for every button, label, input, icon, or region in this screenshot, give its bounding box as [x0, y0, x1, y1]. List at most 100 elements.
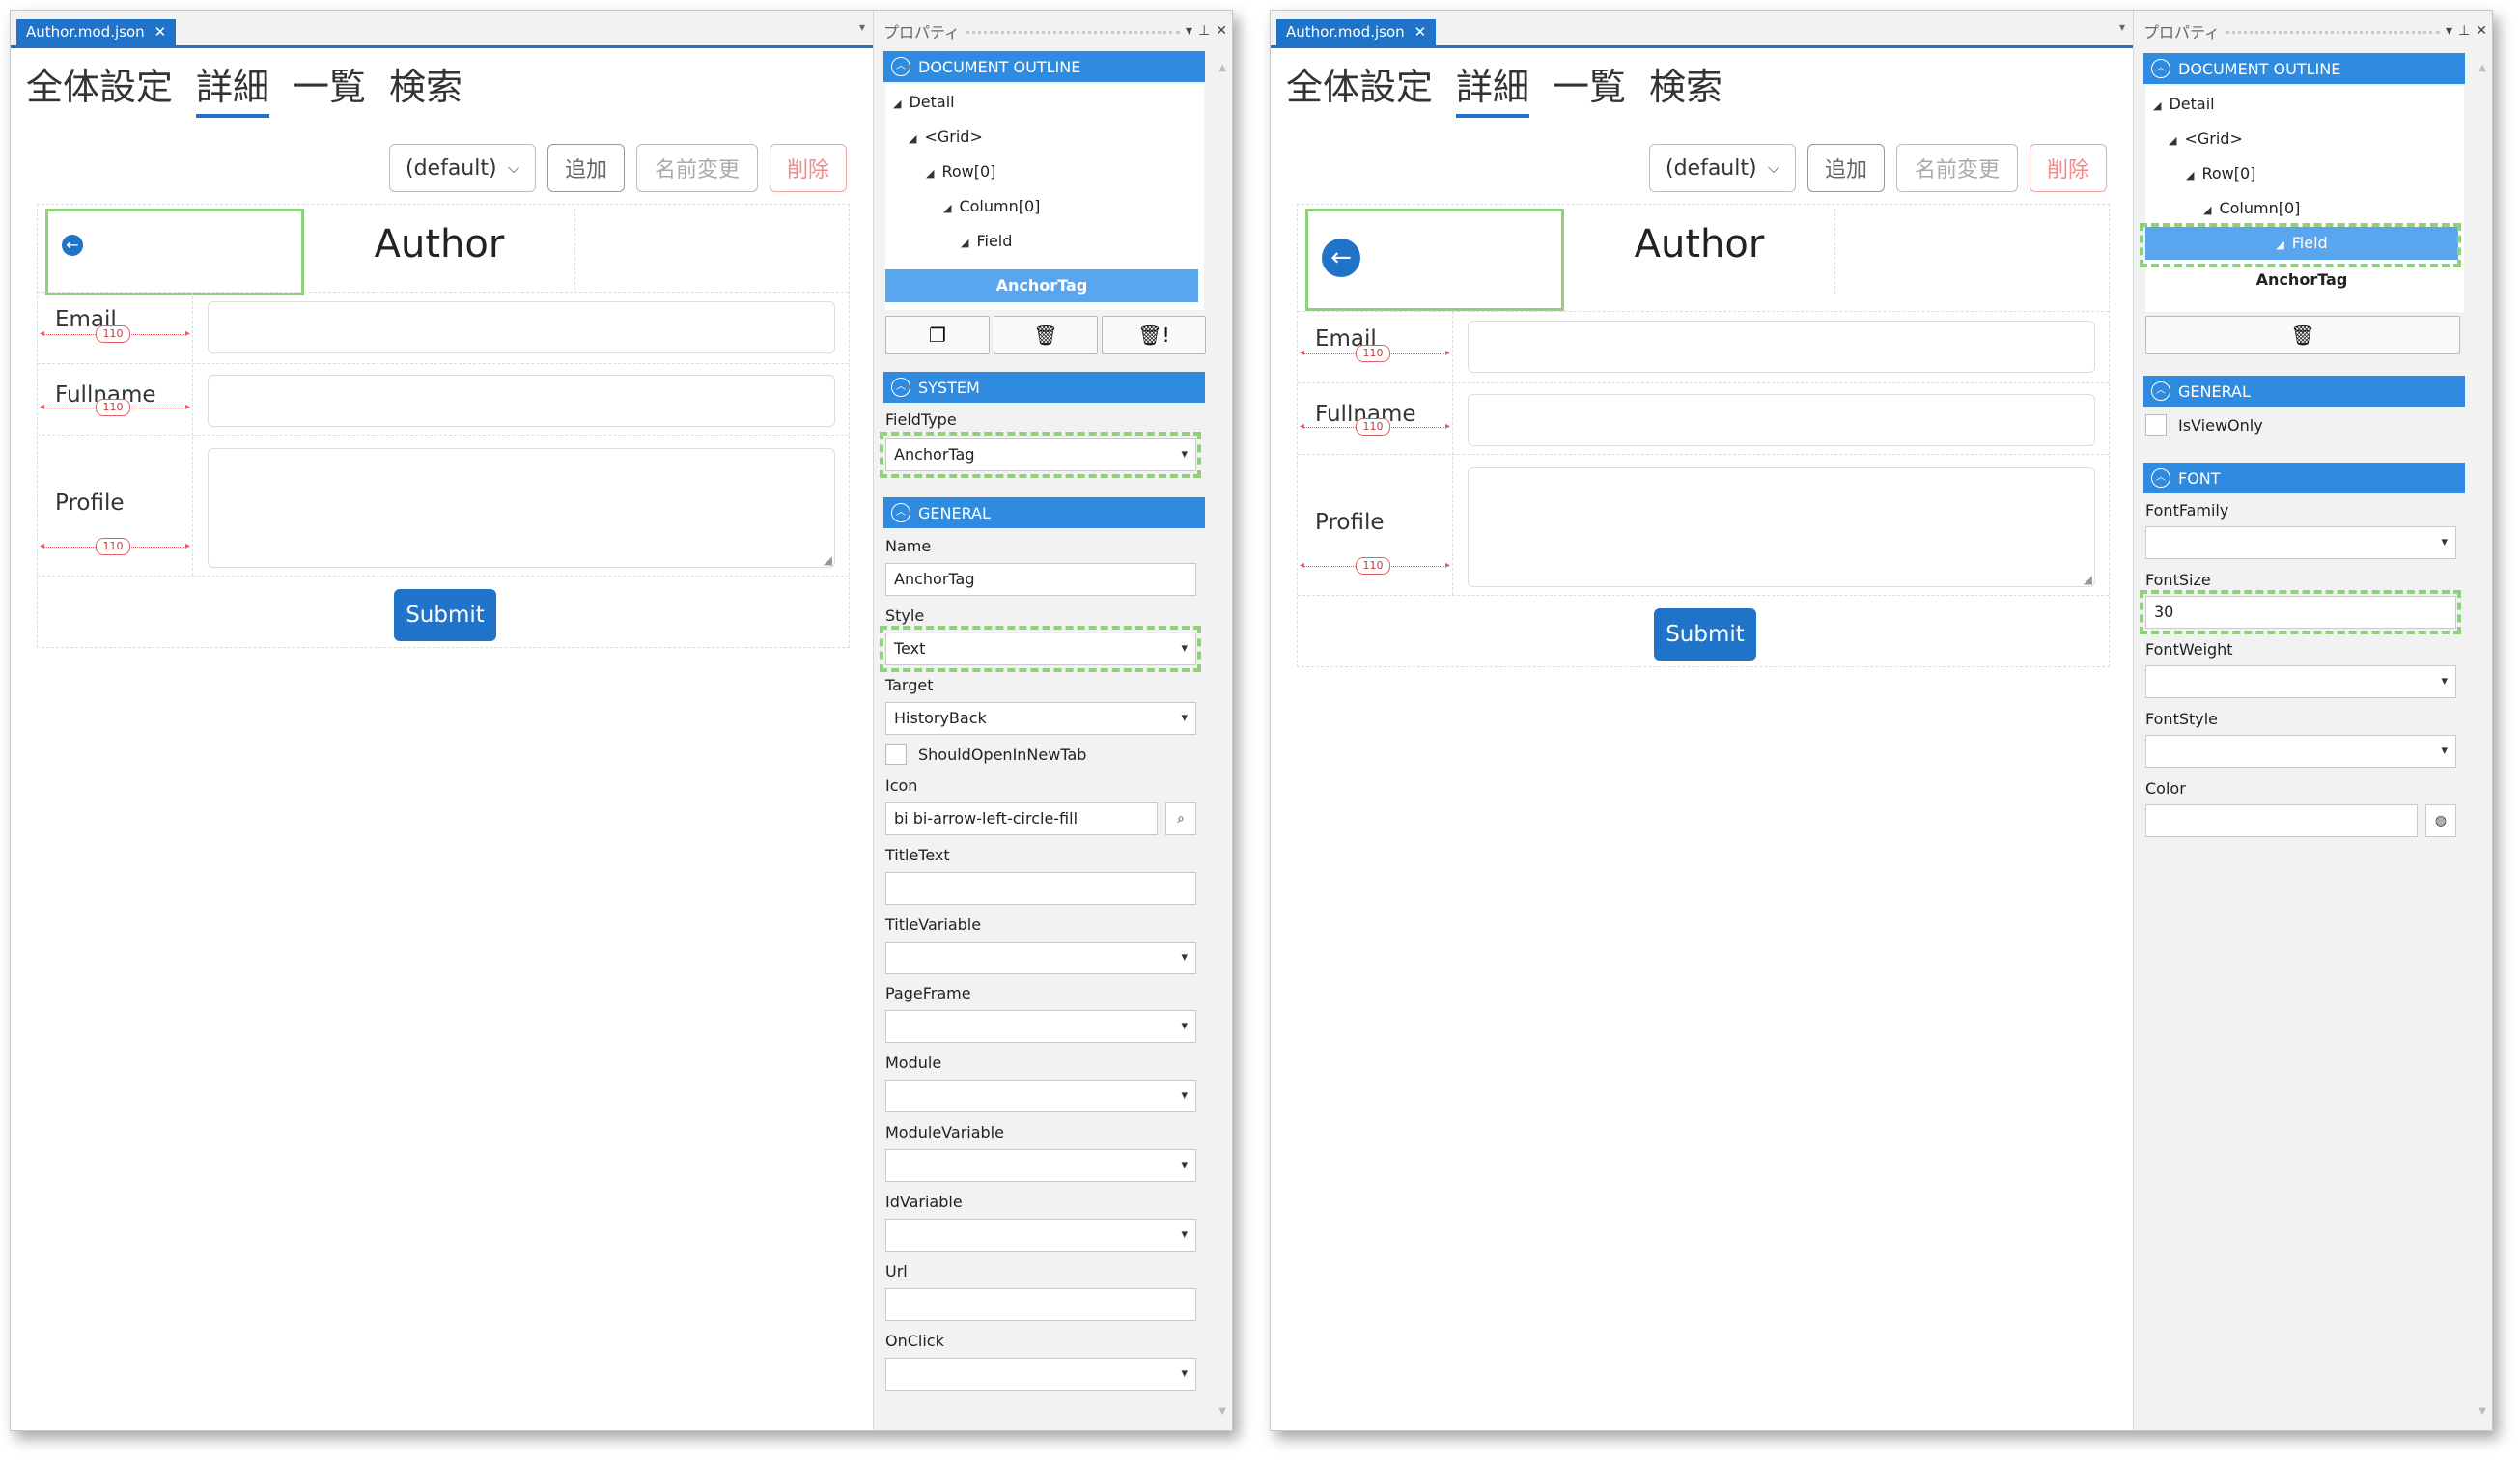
tree-node[interactable]: ◢ Row[0]	[2186, 157, 2255, 190]
tree-node[interactable]: ◢ Column[0]	[943, 190, 1040, 223]
close-icon[interactable]: ✕	[1414, 19, 1427, 45]
arrow-left-circle-icon[interactable]: ←	[1322, 239, 1360, 277]
collapse-icon[interactable]: ︿	[891, 378, 910, 397]
tree-node[interactable]: ◢ Detail	[893, 86, 955, 119]
delete-button[interactable]: 削除	[2030, 144, 2107, 192]
layout-select[interactable]: (default) ⌵	[389, 144, 536, 192]
tree-node[interactable]: AnchorTag	[2145, 264, 2458, 296]
editor-tabbar: Author.mod.json ✕ ▾	[1271, 11, 2133, 48]
submit-button[interactable]: Submit	[394, 589, 496, 641]
target-label: Target	[885, 676, 934, 694]
tab-general-settings[interactable]: 全体設定	[26, 57, 173, 118]
tab-list[interactable]: 一覧	[1553, 57, 1626, 118]
tree-node[interactable]: ◢ <Grid>	[909, 121, 983, 154]
color-field[interactable]	[2145, 804, 2418, 837]
tree-node[interactable]: ◢ <Grid>	[2169, 123, 2243, 155]
tab-search[interactable]: 検索	[1649, 57, 1722, 118]
isviewonly-checkbox[interactable]	[2145, 414, 2167, 436]
font-header[interactable]: ︿ FONT	[2143, 463, 2465, 493]
collapse-icon[interactable]: ︿	[2151, 59, 2170, 78]
palette-icon[interactable]: ◍	[2425, 804, 2456, 837]
submit-button[interactable]: Submit	[1654, 608, 1756, 661]
anchor-tag-cell[interactable]: ←	[45, 209, 304, 295]
chevron-down-icon[interactable]: ▾	[2119, 20, 2125, 34]
tab-general-settings[interactable]: 全体設定	[1286, 57, 1433, 118]
close-icon[interactable]: ✕	[1216, 23, 1227, 39]
url-field[interactable]	[885, 1288, 1196, 1321]
system-header[interactable]: ︿ SYSTEM	[883, 372, 1205, 403]
email-field[interactable]	[208, 301, 835, 353]
scroll-down-icon[interactable]: ▼	[2478, 1406, 2486, 1417]
module-select[interactable]	[885, 1080, 1196, 1112]
delete-all-button[interactable]: 🗑!	[1102, 316, 1206, 354]
resize-grip-icon[interactable]: ◢	[824, 553, 832, 567]
rename-button[interactable]: 名前変更	[1896, 144, 2018, 192]
arrow-left-circle-icon[interactable]: ←	[62, 235, 83, 256]
scroll-up-icon[interactable]: ▲	[1218, 63, 1226, 73]
delete-button[interactable]: 削除	[770, 144, 847, 192]
close-icon[interactable]: ✕	[154, 19, 167, 45]
search-icon[interactable]: ⌕	[1165, 802, 1196, 835]
newtab-checkbox[interactable]	[885, 744, 907, 765]
fullname-field[interactable]	[1468, 394, 2095, 446]
profile-textarea[interactable]: ◢	[1468, 467, 2095, 587]
collapse-icon[interactable]: ︿	[891, 57, 910, 76]
chevron-down-icon[interactable]: ▾	[1186, 23, 1192, 39]
document-outline-header[interactable]: ︿ DOCUMENT OUTLINE	[2143, 53, 2465, 84]
idvariable-select[interactable]	[885, 1219, 1196, 1252]
name-field[interactable]: AnchorTag	[885, 563, 1196, 596]
copy-button[interactable]: ❐	[885, 316, 990, 354]
document-outline-header[interactable]: ︿ DOCUMENT OUTLINE	[883, 51, 1205, 82]
tab-detail[interactable]: 詳細	[1456, 57, 1530, 118]
collapse-icon[interactable]: ︿	[891, 503, 910, 522]
chevron-down-icon[interactable]: ▾	[2446, 23, 2452, 39]
resize-grip-icon[interactable]: ◢	[2084, 573, 2092, 586]
file-tab[interactable]: Author.mod.json ✕	[16, 19, 177, 45]
chevron-down-icon[interactable]: ▾	[859, 20, 865, 34]
title-cell[interactable]: Author	[304, 209, 575, 290]
title-cell[interactable]: Author	[1564, 209, 1835, 294]
isviewonly-option[interactable]: IsViewOnly	[2145, 414, 2263, 436]
newtab-option[interactable]: ShouldOpenInNewTab	[885, 744, 1086, 765]
pin-icon[interactable]: ⊥	[2458, 23, 2470, 39]
scroll-up-icon[interactable]: ▲	[2478, 63, 2486, 73]
collapse-icon[interactable]: ︿	[2151, 381, 2170, 401]
target-select[interactable]: HistoryBack	[885, 702, 1196, 735]
add-button[interactable]: 追加	[547, 144, 625, 192]
file-tab[interactable]: Author.mod.json ✕	[1276, 19, 1437, 45]
add-button[interactable]: 追加	[1807, 144, 1885, 192]
fontweight-select[interactable]	[2145, 665, 2456, 698]
fontfamily-select[interactable]	[2145, 526, 2456, 559]
fontstyle-select[interactable]	[2145, 735, 2456, 768]
divider	[1298, 595, 2109, 596]
fullname-field[interactable]	[208, 375, 835, 427]
general-header[interactable]: ︿ GENERAL	[2143, 376, 2465, 407]
pin-icon[interactable]: ⊥	[1198, 23, 1210, 39]
delete-node-button[interactable]: 🗑	[2145, 316, 2460, 354]
tab-detail[interactable]: 詳細	[196, 57, 270, 118]
icon-field[interactable]: bi bi-arrow-left-circle-fill	[885, 802, 1158, 835]
tab-list[interactable]: 一覧	[293, 57, 366, 118]
close-icon[interactable]: ✕	[2476, 23, 2487, 39]
scroll-down-icon[interactable]: ▼	[1218, 1406, 1226, 1417]
onclick-select[interactable]	[885, 1358, 1196, 1391]
rename-button[interactable]: 名前変更	[636, 144, 758, 192]
tree-node-selected[interactable]: AnchorTag	[885, 269, 1198, 302]
email-field[interactable]	[1468, 321, 2095, 373]
collapse-icon[interactable]: ︿	[2151, 468, 2170, 488]
profile-textarea[interactable]: ◢	[208, 448, 835, 568]
tree-node[interactable]: ◢ Field	[961, 225, 1012, 258]
tree-node[interactable]: ◢ Column[0]	[2203, 192, 2300, 225]
delete-node-button[interactable]: 🗑	[994, 316, 1098, 354]
anchor-tag-cell[interactable]: ←	[1305, 209, 1564, 311]
general-header[interactable]: ︿ GENERAL	[883, 497, 1205, 528]
pageframe-select[interactable]	[885, 1010, 1196, 1043]
tree-node[interactable]: ◢ Row[0]	[926, 155, 995, 188]
titletext-field[interactable]	[885, 872, 1196, 905]
layout-select[interactable]: (default) ⌵	[1649, 144, 1796, 192]
tree-node[interactable]: ◢ Detail	[2153, 88, 2215, 121]
titlevariable-select[interactable]	[885, 942, 1196, 974]
modulevariable-select[interactable]	[885, 1149, 1196, 1182]
tab-search[interactable]: 検索	[389, 57, 462, 118]
chevron-down-icon: ⌵	[507, 158, 519, 177]
